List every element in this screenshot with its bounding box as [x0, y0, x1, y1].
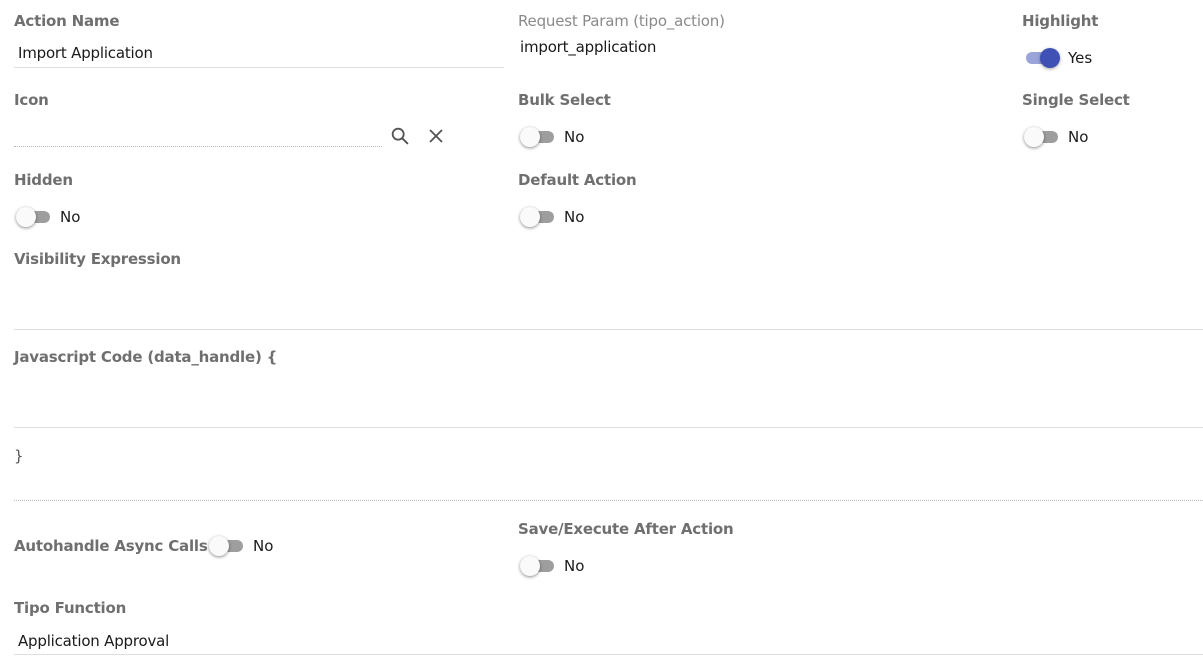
icon-input-underline	[14, 146, 382, 147]
bulk-select-toggle[interactable]	[520, 127, 556, 147]
action-form: Action Name Import Application Request P…	[0, 0, 1203, 669]
toggle-knob	[520, 556, 540, 576]
toggle-knob	[520, 127, 540, 147]
javascript-code-closing-brace: }	[14, 447, 24, 465]
save-execute-label: Save/Execute After Action	[518, 520, 734, 538]
default-action-label: Default Action	[518, 171, 637, 189]
request-param-value: import_application	[520, 38, 657, 56]
javascript-code-bottom-line	[14, 500, 1203, 501]
autohandle-async-toggle[interactable]	[209, 536, 245, 556]
hidden-label: Hidden	[14, 171, 73, 189]
single-select-state: No	[1068, 128, 1089, 146]
toggle-knob	[16, 207, 36, 227]
highlight-label: Highlight	[1022, 12, 1099, 30]
action-name-label: Action Name	[14, 12, 120, 30]
toggle-knob	[1024, 127, 1044, 147]
visibility-expression-editor[interactable]	[14, 278, 1200, 324]
icon-label: Icon	[14, 91, 49, 109]
toggle-knob	[209, 536, 229, 556]
tipo-function-input[interactable]: Application Approval	[18, 632, 169, 650]
close-icon[interactable]	[425, 125, 447, 147]
bulk-select-state: No	[564, 128, 585, 146]
toggle-knob	[1040, 48, 1060, 68]
visibility-expression-label: Visibility Expression	[14, 250, 181, 268]
save-execute-state: No	[564, 557, 585, 575]
autohandle-async-state: No	[253, 537, 274, 555]
request-param-label: Request Param (tipo_action)	[518, 12, 725, 30]
single-select-toggle[interactable]	[1024, 127, 1060, 147]
autohandle-async-label: Autohandle Async Calls	[14, 537, 208, 555]
highlight-toggle[interactable]	[1024, 48, 1060, 68]
tipo-function-label: Tipo Function	[14, 599, 127, 617]
toggle-knob	[520, 207, 540, 227]
hidden-toggle[interactable]	[16, 207, 52, 227]
default-action-state: No	[564, 208, 585, 226]
javascript-code-label: Javascript Code (data_handle) {	[14, 348, 278, 366]
action-name-input[interactable]: Import Application	[18, 44, 153, 62]
highlight-state: Yes	[1068, 49, 1093, 67]
icon-input[interactable]	[18, 124, 378, 144]
hidden-state: No	[60, 208, 81, 226]
bulk-select-label: Bulk Select	[518, 91, 611, 109]
visibility-expression-underline	[14, 329, 1203, 330]
tipo-function-underline	[14, 654, 1203, 655]
default-action-toggle[interactable]	[520, 207, 556, 227]
action-name-underline	[14, 67, 504, 68]
search-icon[interactable]	[389, 125, 411, 147]
javascript-code-editor[interactable]	[14, 376, 1200, 422]
single-select-label: Single Select	[1022, 91, 1130, 109]
save-execute-toggle[interactable]	[520, 556, 556, 576]
javascript-code-underline	[14, 427, 1203, 428]
